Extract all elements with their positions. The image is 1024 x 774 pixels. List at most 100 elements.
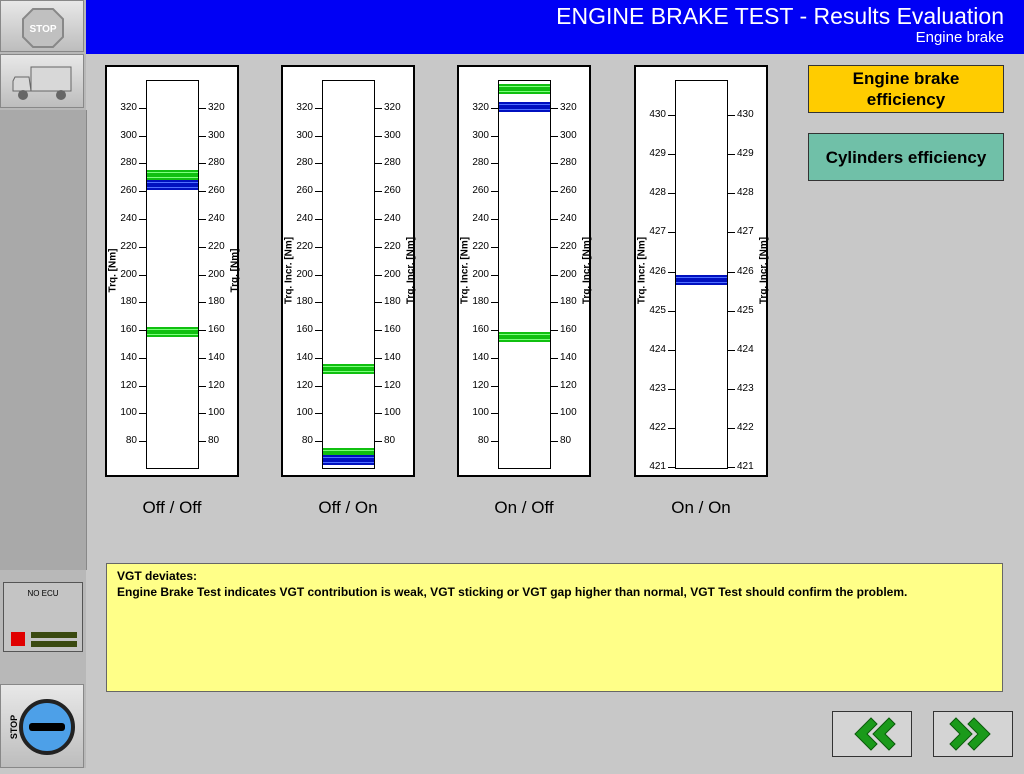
- tick-mark: [315, 191, 322, 193]
- tick-mark: [491, 302, 498, 304]
- tick-mark: [491, 385, 498, 387]
- stop-key-button[interactable]: STOP: [0, 684, 84, 768]
- tick-mark: [139, 357, 146, 359]
- tick-mark: [199, 246, 206, 248]
- tick-label-left: 280: [472, 157, 489, 169]
- tick-mark: [315, 163, 322, 165]
- tick-label-left: 422: [649, 421, 666, 433]
- tick-label-left: 220: [120, 240, 137, 252]
- tick-label-left: 80: [301, 435, 313, 447]
- tick-mark: [315, 107, 322, 109]
- tick-label-left: 240: [472, 212, 489, 224]
- tick-mark: [551, 218, 558, 220]
- engine-brake-efficiency-button[interactable]: Engine brake efficiency: [808, 65, 1004, 113]
- tick-mark: [375, 135, 382, 137]
- tick-mark: [491, 246, 498, 248]
- tick-mark: [375, 246, 382, 248]
- ecu-status-panel: NO ECU: [3, 582, 83, 652]
- tick-label-right: 427: [737, 226, 754, 238]
- green-marker: [323, 363, 374, 374]
- tick-label-left: 260: [296, 185, 313, 197]
- tick-label-right: 300: [208, 129, 225, 141]
- tick-label-right: 120: [560, 379, 577, 391]
- ecu-label: NO ECU: [27, 589, 59, 598]
- tick-mark: [728, 388, 735, 390]
- tick-label-left: 427: [649, 226, 666, 238]
- tick-label-right: 423: [737, 382, 754, 394]
- tick-label-right: 240: [208, 212, 225, 224]
- forward-button[interactable]: [933, 711, 1013, 757]
- tick-mark: [199, 357, 206, 359]
- tick-mark: [551, 107, 558, 109]
- tick-mark: [491, 218, 498, 220]
- tick-label-left: 423: [649, 382, 666, 394]
- tick-mark: [491, 191, 498, 193]
- tick-label-right: 160: [208, 324, 225, 336]
- tick-mark: [199, 274, 206, 276]
- tick-mark: [728, 193, 735, 195]
- tick-mark: [139, 330, 146, 332]
- stop-button[interactable]: STOP: [0, 0, 84, 52]
- gauge-label-on-on: On / On: [671, 498, 731, 517]
- tick-mark: [315, 274, 322, 276]
- torque-bar: [675, 80, 728, 469]
- gauge-on-off: Trq. Incr. [Nm] Trq. Incr. [Nm] 320 320 30…: [457, 65, 593, 477]
- blue-marker: [323, 455, 374, 466]
- tick-label-right: 80: [560, 435, 572, 447]
- tick-label-left: 260: [472, 185, 489, 197]
- tick-mark: [551, 385, 558, 387]
- tick-mark: [375, 357, 382, 359]
- tick-label-left: 320: [120, 101, 137, 113]
- tick-label-right: 300: [384, 129, 401, 141]
- blue-marker: [499, 102, 550, 113]
- tick-label-left: 160: [120, 324, 137, 336]
- tick-mark: [551, 330, 558, 332]
- tick-mark: [491, 357, 498, 359]
- tick-label-right: 200: [560, 268, 577, 280]
- torque-bar: [322, 80, 375, 469]
- tick-label-right: 220: [560, 240, 577, 252]
- tick-label-right: 280: [560, 157, 577, 169]
- tick-label-right: 300: [560, 129, 577, 141]
- sidebar-panel: [0, 110, 87, 570]
- tick-mark: [375, 107, 382, 109]
- tick-label-left: 300: [120, 129, 137, 141]
- tick-label-left: 280: [120, 157, 137, 169]
- result-message-box: VGT deviates: Engine Brake Test indicate…: [106, 563, 1003, 692]
- tick-mark: [551, 441, 558, 443]
- engine-brake-efficiency-label: Engine brake efficiency: [852, 69, 960, 109]
- gauge-on-on: Trq. Incr. [Nm] Trq. Incr. [Nm] 430 430 42…: [634, 65, 770, 477]
- tick-mark: [315, 413, 322, 415]
- ecu-signal-bar: [31, 641, 77, 647]
- cylinders-efficiency-button[interactable]: Cylinders efficiency: [808, 133, 1004, 181]
- header-bar: ENGINE BRAKE TEST - Results Evaluation E…: [86, 0, 1024, 54]
- tick-mark: [199, 135, 206, 137]
- tick-mark: [668, 115, 675, 117]
- back-button[interactable]: [832, 711, 912, 757]
- tick-label-right: 200: [384, 268, 401, 280]
- tick-mark: [375, 330, 382, 332]
- tick-label-right: 424: [737, 343, 754, 355]
- tick-mark: [668, 349, 675, 351]
- tick-mark: [551, 246, 558, 248]
- tick-mark: [668, 427, 675, 429]
- green-marker: [499, 331, 550, 342]
- tick-label-right: 200: [208, 268, 225, 280]
- tick-mark: [491, 330, 498, 332]
- vehicle-button[interactable]: [0, 54, 84, 108]
- tick-label-left: 240: [296, 212, 313, 224]
- truck-icon: [12, 66, 72, 100]
- tick-label-left: 429: [649, 148, 666, 160]
- tick-mark: [551, 357, 558, 359]
- tick-label-left: 300: [472, 129, 489, 141]
- tick-label-right: 100: [208, 407, 225, 419]
- tick-mark: [491, 107, 498, 109]
- tick-mark: [199, 302, 206, 304]
- tick-mark: [375, 302, 382, 304]
- tick-label-left: 280: [296, 157, 313, 169]
- tick-label-left: 200: [120, 268, 137, 280]
- tick-label-right: 429: [737, 148, 754, 160]
- tick-mark: [728, 232, 735, 234]
- tick-label-left: 424: [649, 343, 666, 355]
- gauge-off-off: Trq. [Nm] Trq. [Nm] 320 320 300 300 280 280 26…: [105, 65, 241, 477]
